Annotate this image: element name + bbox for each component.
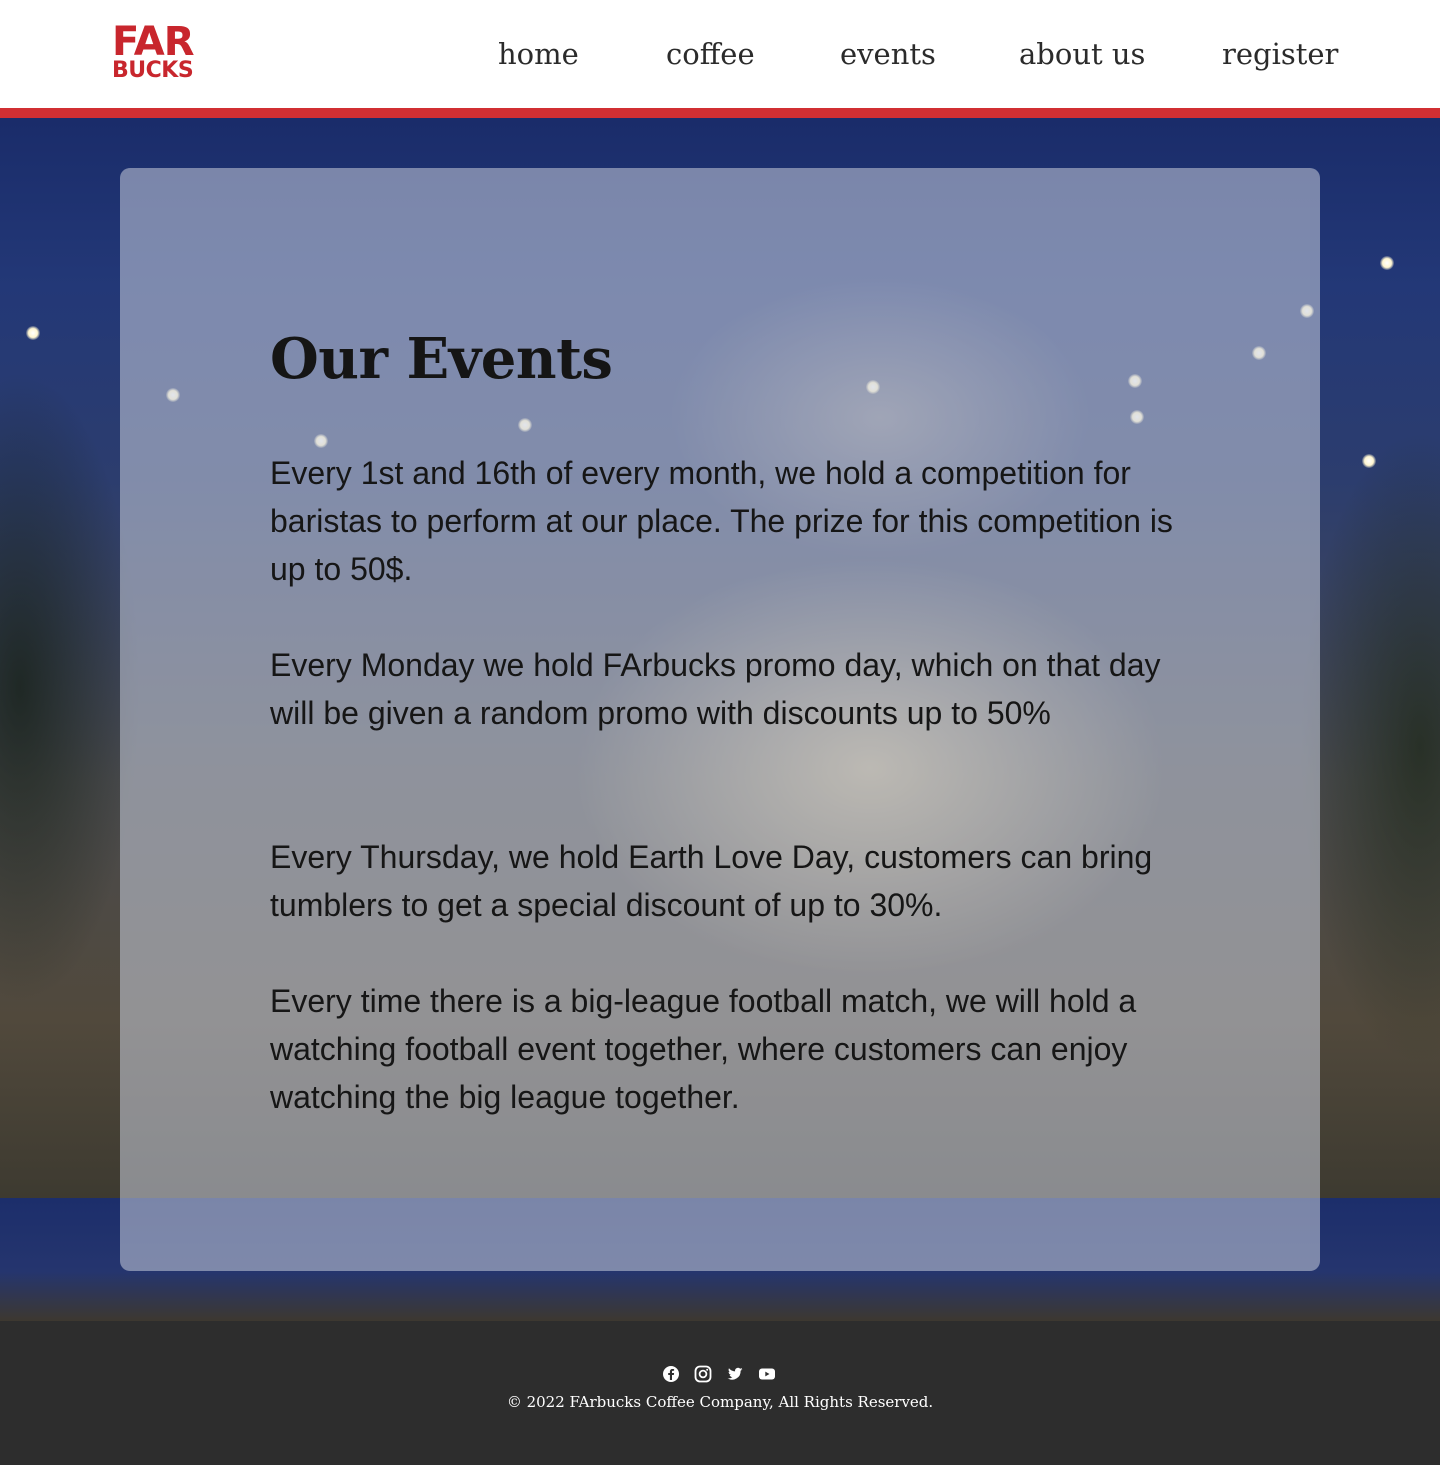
site-footer: © 2022 FArbucks Coffee Company, All Righ… — [0, 1321, 1440, 1465]
nav-home[interactable]: home — [498, 30, 579, 78]
instagram-icon[interactable] — [694, 1365, 712, 1383]
event-description: Every Monday we hold FArbucks promo day,… — [270, 647, 1161, 731]
event-description: Every 1st and 16th of every month, we ho… — [270, 455, 1173, 587]
string-light — [1362, 454, 1376, 468]
nav-events[interactable]: events — [840, 30, 936, 78]
social-links — [0, 1365, 1440, 1385]
string-light — [1380, 256, 1394, 270]
main-nav: home coffee events about us register — [0, 30, 1440, 78]
nav-register[interactable]: register — [1222, 30, 1338, 78]
nav-about-us[interactable]: about us — [1019, 30, 1145, 78]
site-header: FAR BUCKS home coffee events about us re… — [0, 0, 1440, 108]
string-light — [26, 326, 40, 340]
facebook-icon[interactable] — [662, 1365, 680, 1383]
event-description: Every time there is a big-league footbal… — [270, 983, 1137, 1115]
twitter-icon[interactable] — [726, 1365, 744, 1383]
event-description: Every Thursday, we hold Earth Love Day, … — [270, 839, 1153, 923]
nav-coffee[interactable]: coffee — [666, 30, 755, 78]
events-card: Our Events Every 1st and 16th of every m… — [120, 168, 1320, 1271]
page-title: Our Events — [270, 326, 613, 392]
copyright-text: © 2022 FArbucks Coffee Company, All Righ… — [506, 1393, 934, 1411]
header-accent-stripe — [0, 108, 1440, 118]
youtube-icon[interactable] — [758, 1365, 776, 1383]
